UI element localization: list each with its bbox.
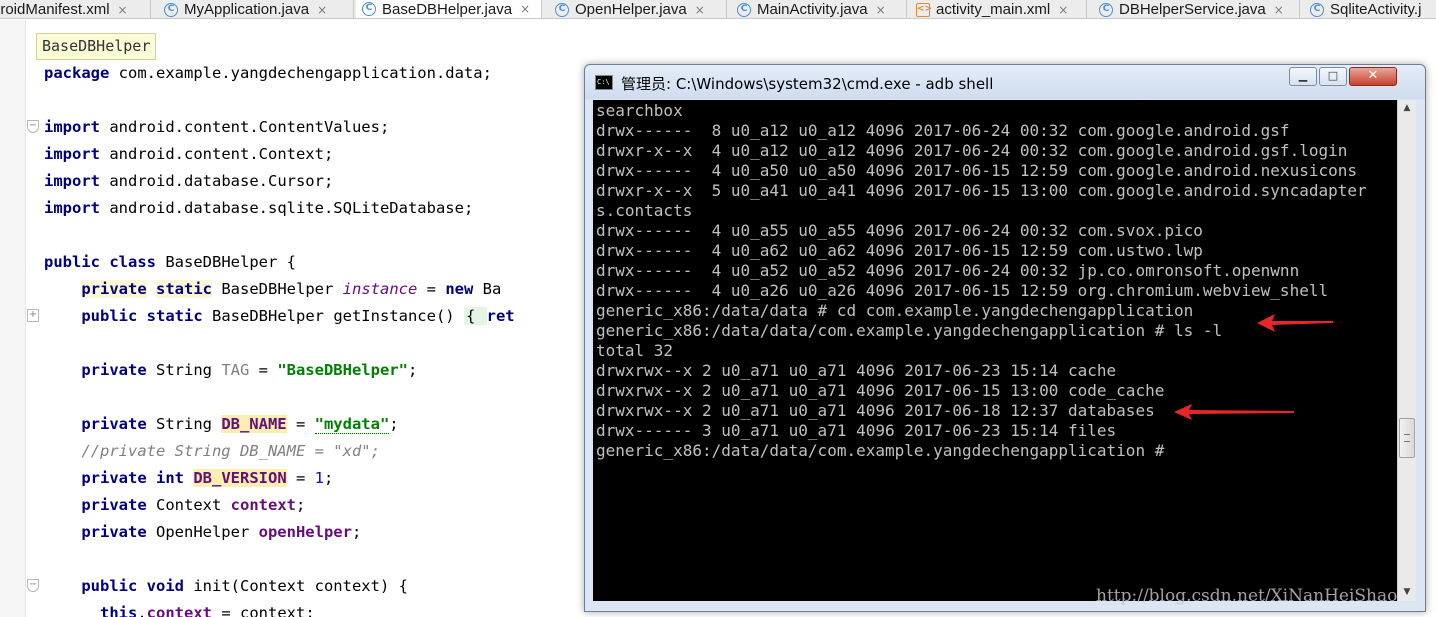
tab-label: DBHelperService.java: [1119, 1, 1266, 18]
vertical-scrollbar[interactable]: ▲ ▼: [1397, 100, 1416, 601]
tab-label: droidManifest.xml: [0, 1, 110, 18]
watermark: http://blog.csdn.net/XiNanHeiShao: [1096, 586, 1398, 606]
java-class-icon: C: [737, 2, 751, 17]
annotation-arrow-icon: [1174, 404, 1294, 420]
console-line: drwx------ 4 u0_a62 u0_a62 4096 2017-06-…: [596, 241, 1203, 260]
cmd-window[interactable]: C:\ 管理员: C:\Windows\system32\cmd.exe - a…: [584, 64, 1426, 612]
code-line: private int DB_VERSION = 1;: [81, 469, 334, 487]
tab-label: SqliteActivity.j: [1330, 1, 1422, 18]
java-class-icon: C: [1310, 2, 1324, 17]
tab-label: MyApplication.java: [184, 1, 310, 18]
java-class-icon: C: [164, 2, 178, 17]
code-line: import android.content.ContentValues;: [44, 118, 390, 136]
console-line: drwxrwx--x 2 u0_a71 u0_a71 4096 2017-06-…: [596, 361, 1117, 380]
editor-gutter: [0, 20, 26, 617]
console-line: generic_x86:/data/data/com.example.yangd…: [596, 321, 1223, 340]
code-line: private static BaseDBHelper instance = n…: [81, 280, 502, 298]
tab-activity-main-xml[interactable]: <> activity_main.xml ×: [910, 0, 1087, 18]
close-button[interactable]: ✕: [1349, 67, 1397, 86]
annotation-arrow-icon: [1257, 314, 1333, 332]
java-class-icon: C: [362, 2, 376, 16]
console-line: drwx------ 3 u0_a71 u0_a71 4096 2017-06-…: [596, 421, 1117, 440]
console-line: s.contacts: [596, 201, 693, 220]
code-line: public static BaseDBHelper getInstance()…: [81, 307, 515, 325]
breadcrumb: BaseDBHelper: [36, 33, 157, 60]
expand-icon[interactable]: +: [27, 309, 39, 322]
code-line: import android.database.Cursor;: [44, 172, 334, 190]
tab-db-helper-service[interactable]: C DBHelperService.java ×: [1093, 0, 1300, 18]
console-line: drwxr-x--x 5 u0_a41 u0_a41 4096 2017-06-…: [596, 181, 1367, 200]
close-icon[interactable]: ×: [317, 3, 327, 17]
code-line: private Context context;: [81, 496, 306, 514]
close-icon[interactable]: ×: [1058, 3, 1068, 17]
tab-label: OpenHelper.java: [575, 1, 687, 18]
tab-sqlite-activity[interactable]: C SqliteActivity.j: [1304, 0, 1436, 18]
grip-icon: [1404, 434, 1410, 442]
window-title: 管理员: C:\Windows\system32\cmd.exe - adb s…: [621, 75, 994, 93]
console-line: drwx------ 8 u0_a12 u0_a12 4096 2017-06-…: [596, 121, 1290, 140]
tab-label: activity_main.xml: [936, 1, 1051, 18]
code-line: this.context = context;: [100, 604, 315, 617]
close-icon[interactable]: ×: [1274, 3, 1284, 17]
fold-icon[interactable]: −: [27, 120, 39, 133]
editor-tab-bar: droidManifest.xml × C MyApplication.java…: [0, 0, 1436, 19]
scroll-down-icon[interactable]: ▼: [1398, 584, 1416, 601]
code-line: private String TAG = "BaseDBHelper";: [81, 361, 418, 379]
code-line: public void init(Context context) {: [81, 577, 408, 595]
tab-label: BaseDBHelper.java: [382, 0, 513, 18]
tab-label: MainActivity.java: [757, 1, 868, 18]
java-class-icon: C: [1099, 2, 1113, 17]
maximize-button[interactable]: □: [1319, 67, 1347, 86]
close-icon[interactable]: ×: [876, 3, 886, 17]
cmd-window-icon[interactable]: C:\: [595, 75, 613, 90]
code-line: public class BaseDBHelper {: [44, 253, 296, 271]
code-line: private OpenHelper openHelper;: [81, 523, 362, 541]
console-prompt: generic_x86:/data/data/com.example.yangd…: [596, 441, 1165, 460]
java-class-icon: C: [555, 2, 569, 17]
console-line: generic_x86:/data/data # cd com.example.…: [596, 301, 1194, 320]
console-line: drwxrwx--x 2 u0_a71 u0_a71 4096 2017-06-…: [596, 401, 1155, 420]
tab-open-helper[interactable]: C OpenHelper.java ×: [549, 0, 727, 18]
scroll-up-icon[interactable]: ▲: [1398, 100, 1416, 117]
arrow-shape: [1257, 314, 1333, 332]
console-line: drwxrwx--x 2 u0_a71 u0_a71 4096 2017-06-…: [596, 381, 1165, 400]
tab-android-manifest[interactable]: droidManifest.xml ×: [0, 0, 151, 18]
console-line: drwx------ 4 u0_a26 u0_a26 4096 2017-06-…: [596, 281, 1329, 300]
cmd-title-bar[interactable]: C:\ 管理员: C:\Windows\system32\cmd.exe - a…: [585, 65, 1425, 99]
console-line: searchbox: [596, 101, 683, 120]
console-output[interactable]: searchbox drwx------ 8 u0_a12 u0_a12 409…: [593, 100, 1397, 601]
arrow-shape: [1174, 404, 1294, 420]
code-line: package com.example.yangdechengapplicati…: [44, 64, 492, 82]
scrollbar-thumb[interactable]: [1399, 418, 1415, 458]
console-line: drwx------ 4 u0_a52 u0_a52 4096 2017-06-…: [596, 261, 1300, 280]
close-icon[interactable]: ×: [118, 3, 128, 17]
tab-my-application[interactable]: C MyApplication.java ×: [158, 0, 354, 18]
console-line: drwx------ 4 u0_a55 u0_a55 4096 2017-06-…: [596, 221, 1203, 240]
minimize-button[interactable]: ▁: [1289, 67, 1317, 86]
code-line: private String DB_NAME = "mydata";: [81, 415, 399, 434]
console-line: total 32: [596, 341, 674, 360]
code-comment: //private String DB_NAME = "xd";: [81, 442, 380, 460]
xml-file-icon: <>: [916, 2, 932, 17]
close-icon[interactable]: ×: [520, 2, 530, 16]
console-line: drwx------ 4 u0_a50 u0_a50 4096 2017-06-…: [596, 161, 1357, 180]
code-line: import android.database.sqlite.SQLiteDat…: [44, 199, 474, 217]
close-icon[interactable]: ×: [695, 3, 705, 17]
console-line: drwxr-x--x 4 u0_a12 u0_a12 4096 2017-06-…: [596, 141, 1348, 160]
tab-base-db-helper[interactable]: C BaseDBHelper.java ×: [356, 0, 542, 18]
code-line: import android.content.Context;: [44, 145, 334, 163]
tab-main-activity[interactable]: C MainActivity.java ×: [731, 0, 907, 18]
fold-icon[interactable]: −: [27, 579, 39, 592]
